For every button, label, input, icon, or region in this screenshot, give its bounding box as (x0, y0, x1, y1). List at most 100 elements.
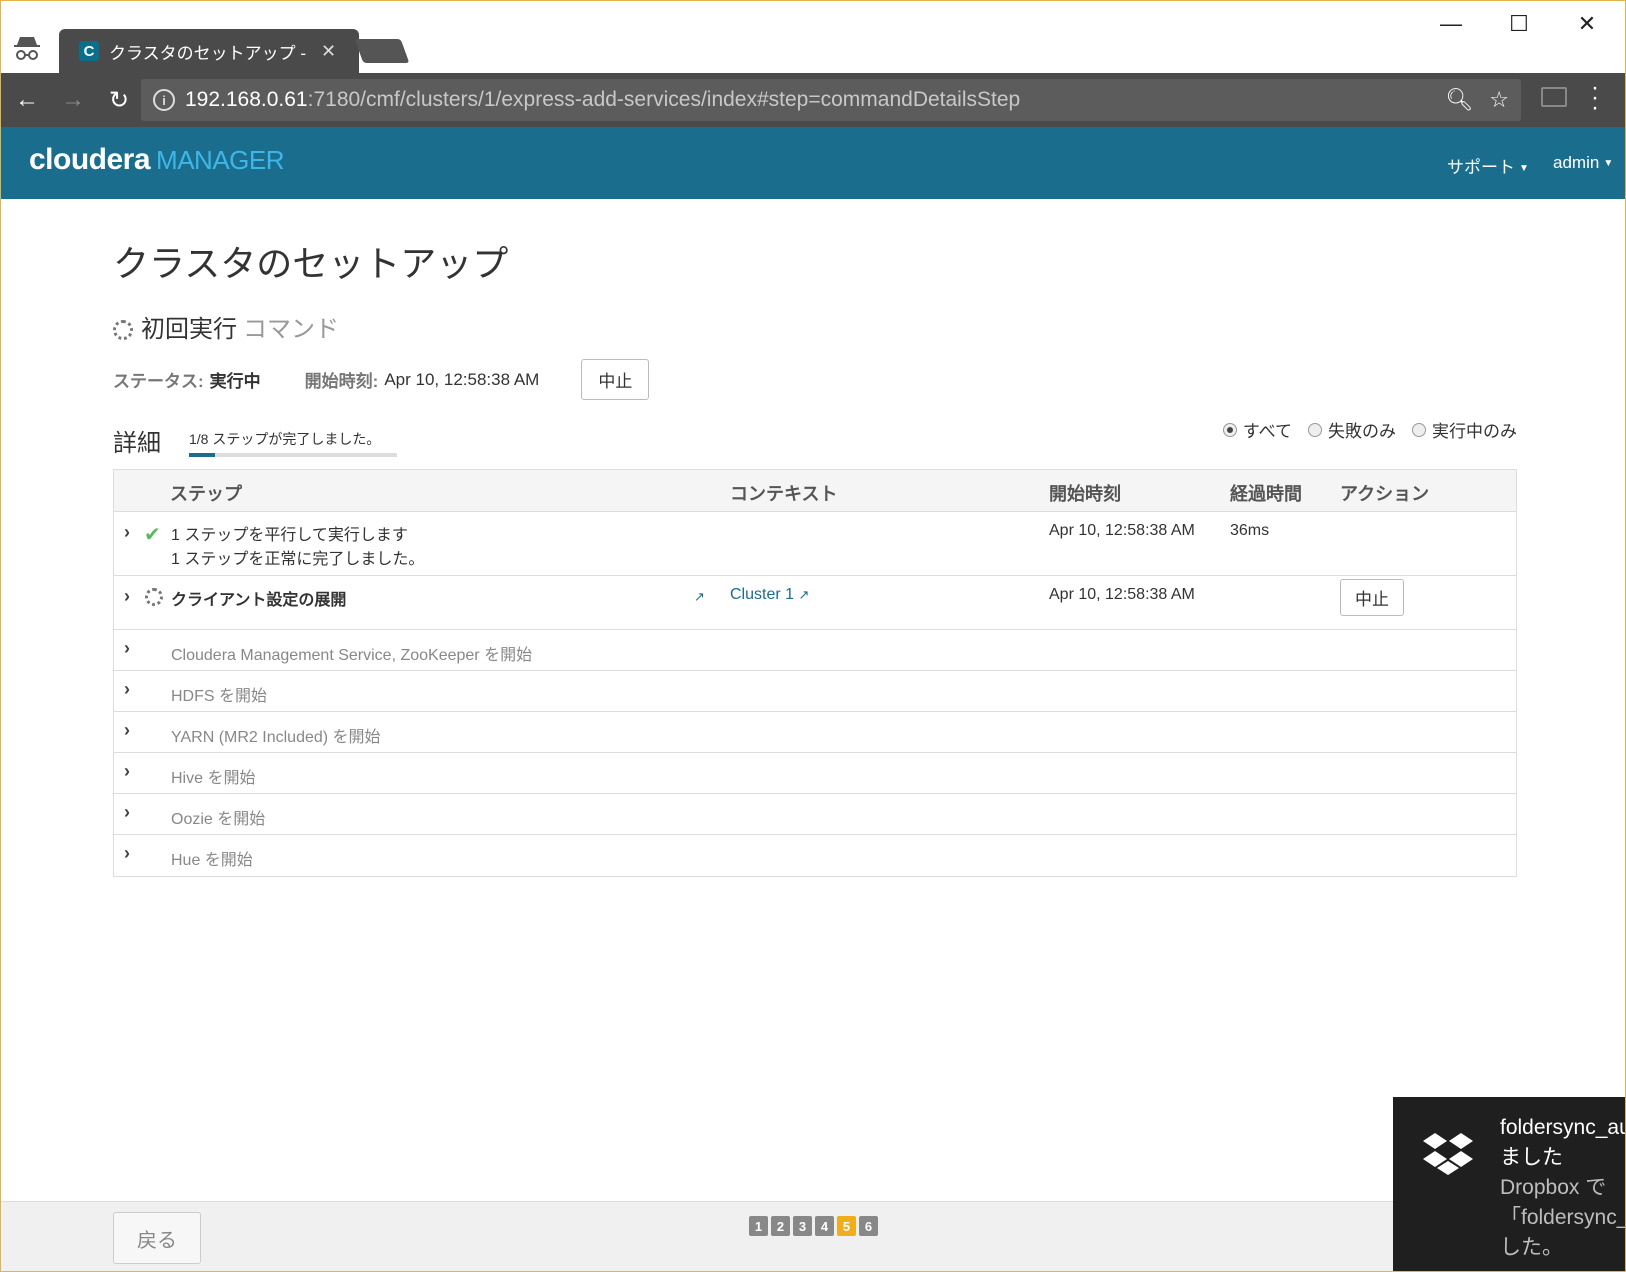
radio-selected-icon[interactable] (1222, 422, 1237, 437)
dropbox-icon (1423, 1133, 1473, 1175)
filter-failed[interactable]: 失敗のみ (1308, 417, 1396, 442)
table-header: ステップ コンテキスト 開始時刻 経過時間 アクション (114, 470, 1516, 512)
command-suffix: コマンド (243, 316, 339, 343)
reload-icon[interactable]: ↻ (99, 80, 139, 120)
column-step: ステップ (170, 484, 242, 504)
progress-text: 1/8 ステップが完了しました。 (189, 431, 381, 447)
wizard-footer: 戻る 1 2 3 4 5 6 (1, 1201, 1625, 1271)
forward-arrow-icon[interactable]: → (53, 80, 93, 120)
new-tab-button[interactable] (354, 39, 410, 63)
radio-icon[interactable] (1308, 422, 1322, 437)
wizard-step: 2 (771, 1216, 790, 1236)
filter-running-label: 実行中のみ (1432, 422, 1517, 441)
wizard-step: 4 (815, 1216, 834, 1236)
start-time-label: 開始時刻: (304, 372, 379, 391)
column-elapsed: 経過時間 (1230, 484, 1302, 504)
status-row: ステータス: 実行中 開始時刻: Apr 10, 12:58:38 AM 中止 (113, 359, 650, 400)
table-row[interactable]: › YARN (MR2 Included) を開始 (114, 712, 1516, 753)
logo-text: cloudera (29, 143, 151, 176)
step-title: Hue を開始 (171, 852, 253, 869)
step-title: YARN (MR2 Included) を開始 (171, 729, 381, 746)
address-bar[interactable]: i 192.168.0.61:7180/cmf/clusters/1/expre… (141, 79, 1521, 121)
loading-spinner-icon (113, 319, 133, 340)
chevron-right-icon[interactable]: › (124, 638, 130, 659)
table-row[interactable]: › Cloudera Management Service, ZooKeeper… (114, 630, 1516, 671)
progress-fill (189, 453, 215, 457)
cast-icon[interactable] (1541, 87, 1567, 107)
chevron-right-icon[interactable]: › (124, 720, 130, 741)
table-row[interactable]: › HDFS を開始 (114, 671, 1516, 712)
back-arrow-icon[interactable]: ← (7, 80, 47, 120)
browser-tab[interactable]: C クラスタのセットアップ - Clou ✕ (59, 29, 359, 73)
browser-toolbar: ← → ↻ i 192.168.0.61:7180/cmf/clusters/1… (1, 73, 1625, 127)
notification-title-line: ました (1500, 1146, 1563, 1169)
info-icon[interactable]: i (153, 89, 175, 111)
minimize-button[interactable]: — (1421, 9, 1481, 39)
notification-body-line: Dropbox で (1500, 1176, 1607, 1199)
radio-icon[interactable] (1412, 422, 1426, 437)
step-filters: すべて 失敗のみ 実行中のみ (1222, 417, 1517, 442)
progress-bar (189, 453, 397, 457)
filter-all-label: すべて (1242, 422, 1292, 441)
close-window-button[interactable]: ✕ (1557, 9, 1617, 39)
zoom-icon[interactable]: 🔍︎ (1445, 87, 1473, 113)
status-label: ステータス: (113, 372, 204, 391)
chevron-right-icon[interactable]: › (124, 761, 130, 782)
notification-body: Dropbox で「foldersync_a した。 (1500, 1173, 1625, 1263)
steps-table: ステップ コンテキスト 開始時刻 経過時間 アクション › ✔ 1 ステップを平… (113, 469, 1517, 877)
external-link-icon[interactable]: ↗ (694, 589, 705, 605)
support-menu-label: サポート (1447, 158, 1515, 177)
notification-title: foldersync_au ました (1500, 1113, 1626, 1173)
main-content: クラスタのセットアップ 初回実行 コマンド ステータス: 実行中 開始時刻: A… (113, 199, 1517, 877)
chevron-right-icon[interactable]: › (124, 679, 130, 700)
maximize-button[interactable]: ☐ (1489, 9, 1549, 39)
wizard-step: 6 (859, 1216, 878, 1236)
column-context: コンテキスト (730, 484, 838, 504)
filter-failed-label: 失敗のみ (1328, 422, 1396, 441)
tab-close-icon[interactable]: ✕ (321, 41, 336, 62)
notification-title-line: foldersync_au (1500, 1116, 1626, 1139)
support-menu[interactable]: サポート ▼ (1447, 153, 1529, 178)
wizard-steps: 1 2 3 4 5 6 (749, 1216, 878, 1236)
table-row[interactable]: › Hive を開始 (114, 753, 1516, 794)
step-elapsed: 36ms (1230, 522, 1270, 539)
chevron-right-icon[interactable]: › (124, 522, 130, 543)
notification-body-line: した。 (1500, 1236, 1563, 1259)
chevron-right-icon[interactable]: › (124, 802, 130, 823)
step-title: クライアント設定の展開 (171, 592, 347, 609)
command-name: 初回実行 (141, 316, 237, 343)
browser-window: C クラスタのセットアップ - Clou ✕ — ☐ ✕ ← → ↻ i 192… (0, 0, 1626, 1272)
step-subtitle: 1 ステップを正常に完了しました。 (171, 551, 425, 568)
bookmark-star-icon[interactable]: ☆ (1489, 87, 1509, 113)
step-title: Oozie を開始 (171, 811, 266, 828)
checkmark-icon: ✔ (144, 524, 161, 546)
step-title: 1 ステップを平行して実行します (171, 527, 408, 544)
step-start-time: Apr 10, 12:58:38 AM (1049, 586, 1195, 603)
tab-title: クラスタのセットアップ - Clou (109, 43, 309, 63)
column-start: 開始時刻 (1049, 484, 1121, 504)
chevron-right-icon[interactable]: › (124, 586, 130, 607)
loading-spinner-icon (145, 588, 163, 606)
table-row[interactable]: › Hue を開始 (114, 835, 1516, 876)
table-row[interactable]: › ✔ 1 ステップを平行して実行します 1 ステップを正常に完了しました。 A… (114, 512, 1516, 576)
details-row: 詳細 1/8 ステップが完了しました。 すべて 失敗のみ 実行中のみ (113, 421, 1517, 461)
cluster-link[interactable]: Cluster 1 ↗ (730, 586, 809, 604)
url-path: :7180/cmf/clusters/1/express-add-service… (307, 88, 1021, 111)
filter-all[interactable]: すべて (1222, 417, 1292, 442)
back-button[interactable]: 戻る (113, 1212, 201, 1264)
chevron-right-icon[interactable]: › (124, 843, 130, 864)
table-row[interactable]: › クライアント設定の展開 ↗ Cluster 1 ↗ Apr 10, 12:5… (114, 576, 1516, 630)
page-title: クラスタのセットアップ (113, 243, 509, 284)
abort-button[interactable]: 中止 (581, 359, 650, 400)
table-row[interactable]: › Oozie を開始 (114, 794, 1516, 835)
user-menu[interactable]: admin ▼ (1553, 153, 1613, 173)
wizard-step: 1 (749, 1216, 768, 1236)
title-bar: C クラスタのセットアップ - Clou ✕ — ☐ ✕ (1, 1, 1625, 73)
filter-running[interactable]: 実行中のみ (1412, 417, 1517, 442)
cloudera-logo[interactable]: cloudera MANAGER (29, 143, 285, 177)
column-action: アクション (1340, 484, 1430, 504)
abort-step-button[interactable]: 中止 (1340, 579, 1404, 616)
browser-menu-icon[interactable]: · · · (1591, 76, 1599, 120)
dropbox-notification[interactable]: foldersync_au ました Dropbox で「foldersync_a し… (1393, 1097, 1626, 1271)
command-subtitle: 初回実行 コマンド (113, 309, 1517, 344)
